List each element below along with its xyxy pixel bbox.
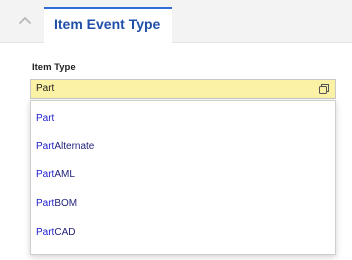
tab-item-event-type[interactable]: Item Event Type: [44, 7, 172, 43]
option-rest-text: CAD: [54, 227, 76, 238]
option-match-text: Part: [36, 113, 55, 124]
item-type-value[interactable]: Part: [36, 83, 54, 94]
option-match-text: Part: [36, 227, 55, 238]
dropdown-option[interactable]: PartAML: [36, 169, 75, 180]
dropdown-option[interactable]: PartBOM: [36, 198, 77, 209]
option-match-text: Part: [36, 198, 55, 209]
item-type-dropdown-list: Part PartAlternate PartAML PartBOM PartC…: [30, 100, 336, 255]
option-match-text: Part: [36, 169, 55, 180]
item-type-label: Item Type: [32, 62, 76, 73]
dropdown-option[interactable]: PartAlternate: [36, 141, 94, 152]
option-match-text: Part: [36, 141, 55, 152]
dropdown-option[interactable]: Part: [36, 113, 54, 124]
copy-icon[interactable]: [318, 83, 330, 95]
section-header: Item Event Type: [0, 0, 352, 43]
option-rest-text: AML: [54, 169, 75, 180]
dropdown-option[interactable]: PartCAD: [36, 227, 75, 238]
option-rest-text: BOM: [54, 198, 78, 209]
option-rest-text: Alternate: [54, 141, 95, 152]
tab-label: Item Event Type: [54, 16, 161, 32]
item-type-combobox[interactable]: Part: [30, 79, 336, 99]
chevron-up-icon[interactable]: [16, 12, 34, 30]
